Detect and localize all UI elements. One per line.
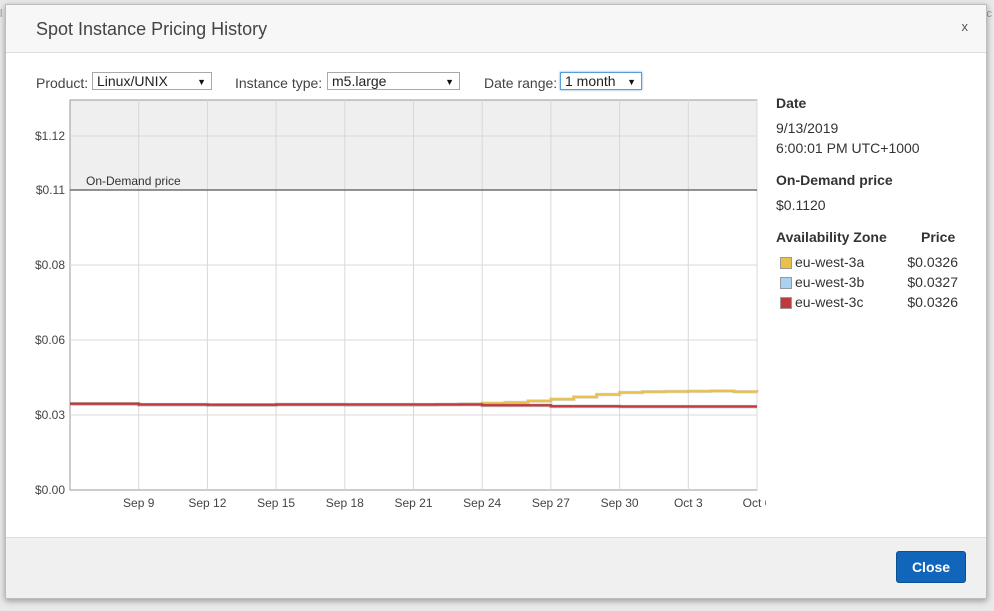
close-button[interactable]: Close <box>896 551 966 583</box>
az-name: eu-west-3b <box>795 274 865 290</box>
y-tick-label: $0.03 <box>35 408 65 422</box>
on-demand-label: On-Demand price <box>86 174 181 188</box>
background-fragment: l <box>0 8 3 20</box>
az-price: $0.0327 <box>907 274 958 290</box>
pricing-history-modal: Spot Instance Pricing History x Product:… <box>5 4 987 599</box>
date-heading: Date <box>776 95 807 111</box>
y-tick-label: $0.11 <box>36 183 65 197</box>
az-price: $0.0326 <box>907 294 958 310</box>
x-tick-label: Sep 18 <box>326 496 364 510</box>
x-tick-label: Oct 3 <box>674 496 703 510</box>
az-row: eu-west-3a $0.0326 <box>780 254 962 272</box>
az-price: $0.0326 <box>907 254 958 270</box>
az-row: eu-west-3c $0.0326 <box>780 294 962 312</box>
y-tick-label: $0.06 <box>35 333 65 347</box>
x-tick-label: Sep 21 <box>394 496 432 510</box>
y-tick-label: $0.00 <box>35 483 65 497</box>
close-icon[interactable]: x <box>962 19 969 34</box>
x-tick-label: Sep 27 <box>532 496 570 510</box>
az-name: eu-west-3c <box>795 294 864 310</box>
x-tick-label: Sep 12 <box>188 496 226 510</box>
y-tick-label: $1.12 <box>35 129 65 143</box>
x-tick-label: Sep 15 <box>257 496 295 510</box>
az-name: eu-west-3a <box>795 254 865 270</box>
legend-swatch <box>780 257 792 269</box>
x-tick-label: Oct 6 <box>743 496 766 510</box>
x-tick-label: Sep 9 <box>123 496 155 510</box>
on-demand-heading: On-Demand price <box>776 172 893 188</box>
pricing-chart: $0.00$0.03$0.06$0.08$0.11$1.12 Sep 9 Sep … <box>35 99 766 510</box>
x-axis-ticks: Sep 9 Sep 12 Sep 15 Sep 18 Sep 21 Sep 24 Sep 2… <box>123 496 766 510</box>
legend-swatch <box>780 277 792 289</box>
date-value: 9/13/2019 <box>776 120 839 136</box>
az-row: eu-west-3b $0.0327 <box>780 274 962 292</box>
x-tick-label: Sep 30 <box>601 496 639 510</box>
price-heading: Price <box>921 229 956 245</box>
az-heading: Availability Zone <box>776 229 887 245</box>
legend-swatch <box>780 297 792 309</box>
y-tick-label: $0.08 <box>35 258 65 272</box>
y-axis-ticks: $0.00 $0.03 $0.06 $0.08 $0.11 $1.12 <box>35 129 65 497</box>
x-tick-label: Sep 24 <box>463 496 501 510</box>
on-demand-value: $0.1120 <box>776 197 826 213</box>
time-value: 6:00:01 PM UTC+1000 <box>776 140 920 156</box>
modal-footer: Close <box>6 537 986 598</box>
